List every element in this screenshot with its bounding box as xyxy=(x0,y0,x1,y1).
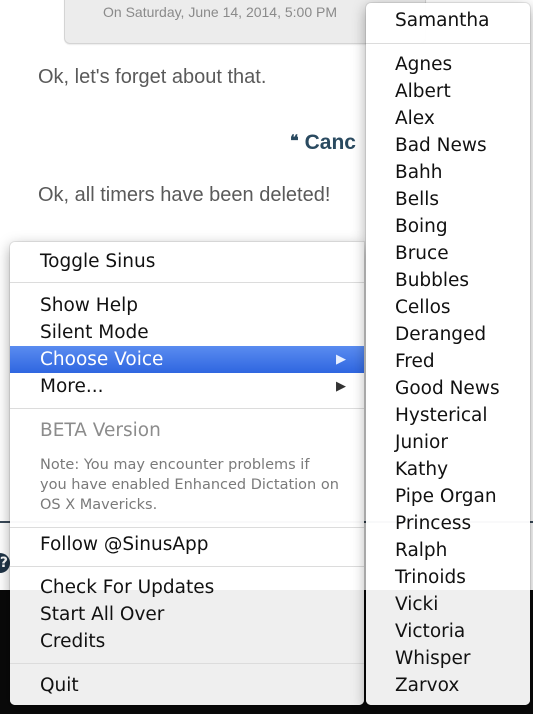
voice-item[interactable]: Bruce xyxy=(366,240,530,267)
voice-item[interactable]: Victoria xyxy=(366,618,530,645)
voice-item[interactable]: Boing xyxy=(366,213,530,240)
menu-separator xyxy=(366,43,530,44)
beta-note: Note: You may encounter problems if you … xyxy=(40,457,339,513)
assistant-message: Ok, let's forget about that. xyxy=(38,66,267,88)
voice-item[interactable]: Deranged xyxy=(366,321,530,348)
menu-item-choose-voice[interactable]: Choose Voice ▶ xyxy=(10,346,364,373)
voice-item[interactable]: Bahh xyxy=(366,159,530,186)
menu-item-start-all-over[interactable]: Start All Over xyxy=(10,601,364,628)
voice-item[interactable]: Good News xyxy=(366,375,530,402)
voice-item[interactable]: Agnes xyxy=(366,51,530,78)
menu-item-follow[interactable]: Follow @SinusApp xyxy=(10,531,364,558)
menu-item-quit[interactable]: Quit xyxy=(10,672,364,699)
menu-item-show-help[interactable]: Show Help xyxy=(10,292,364,319)
voice-item[interactable]: Trinoids xyxy=(366,564,530,591)
voice-item[interactable]: Whisper xyxy=(366,645,530,672)
menu-item-silent-mode[interactable]: Silent Mode xyxy=(10,319,364,346)
voice-item[interactable]: Albert xyxy=(366,78,530,105)
voice-submenu: Samantha Agnes Albert Alex Bad News Bahh Bell… xyxy=(366,3,530,705)
menu-separator xyxy=(10,408,364,409)
voice-item[interactable]: Hysterical xyxy=(366,402,530,429)
menu-separator xyxy=(10,566,364,567)
voice-item[interactable]: Bells xyxy=(366,186,530,213)
command-quote[interactable]: ❝ Canc xyxy=(290,131,356,155)
quote-icon: ❝ xyxy=(290,133,299,150)
menu-separator xyxy=(10,527,364,528)
submenu-arrow-icon: ▶ xyxy=(336,352,346,367)
voice-item[interactable]: Zarvox xyxy=(366,672,530,699)
menu-item-more[interactable]: More... ▶ xyxy=(10,373,364,400)
voice-item[interactable]: Bad News xyxy=(366,132,530,159)
voice-item-current[interactable]: Samantha xyxy=(366,7,530,34)
message-timestamp: On Saturday, June 14, 2014, 5:00 PM xyxy=(103,4,338,20)
voice-item[interactable]: Kathy xyxy=(366,456,530,483)
voice-item[interactable]: Cellos xyxy=(366,294,530,321)
voice-item[interactable]: Alex xyxy=(366,105,530,132)
menu-item-beta-version: BETA Version xyxy=(40,420,161,441)
voice-item[interactable]: Bubbles xyxy=(366,267,530,294)
menu-item-toggle-sinus[interactable]: Toggle Sinus xyxy=(10,248,364,275)
assistant-message: Ok, all timers have been deleted! xyxy=(38,184,331,206)
voice-item[interactable]: Ralph xyxy=(366,537,530,564)
menu-item-credits[interactable]: Credits xyxy=(10,628,364,655)
menu-item-check-updates[interactable]: Check For Updates xyxy=(10,574,364,601)
voice-item[interactable]: Vicki xyxy=(366,591,530,618)
submenu-arrow-icon: ▶ xyxy=(336,379,346,394)
app-menu: Toggle Sinus Show Help Silent Mode Choos… xyxy=(10,242,364,705)
menu-separator xyxy=(10,282,364,283)
voice-item[interactable]: Fred xyxy=(366,348,530,375)
voice-item[interactable]: Pipe Organ xyxy=(366,483,530,510)
voice-item[interactable]: Princess xyxy=(366,510,530,537)
voice-item[interactable]: Junior xyxy=(366,429,530,456)
help-icon[interactable]: ? xyxy=(0,553,10,573)
command-text: Canc xyxy=(304,131,356,154)
menu-separator xyxy=(10,663,364,664)
